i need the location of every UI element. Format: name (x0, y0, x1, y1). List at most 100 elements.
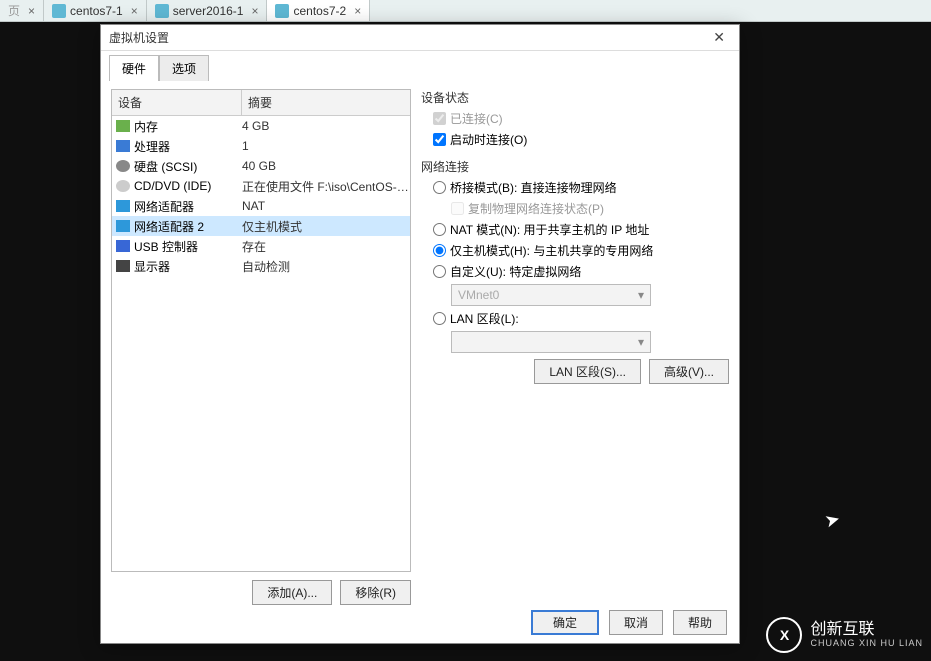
chevron-down-icon: ▾ (638, 288, 644, 302)
col-device: 设备 (112, 90, 242, 115)
label: 启动时连接(O) (450, 131, 527, 148)
vm-icon (52, 4, 66, 18)
app-tab-bar: 页 × centos7-1 × server2016-1 × centos7-2… (0, 0, 931, 22)
device-name: 内存 (134, 118, 158, 135)
dialog-title: 虚拟机设置 (109, 29, 169, 46)
tab-hardware[interactable]: 硬件 (109, 55, 159, 81)
dropdown-value: VMnet0 (458, 288, 499, 302)
label: 仅主机模式(H): 与主机共享的专用网络 (450, 242, 653, 259)
left-pane: 设备 摘要 内存 4 GB 处理器 1 硬盘 (SCSI) 40 GB (111, 89, 411, 605)
group-title: 网络连接 (421, 158, 729, 175)
label: 自定义(U): 特定虚拟网络 (450, 263, 581, 280)
device-row-cpu[interactable]: 处理器 1 (112, 136, 410, 156)
close-icon[interactable]: ✕ (707, 27, 731, 48)
device-list: 内存 4 GB 处理器 1 硬盘 (SCSI) 40 GB CD/DVD (ID… (112, 116, 410, 571)
dropdown-lan: ▾ (451, 331, 651, 353)
radio-custom[interactable]: 自定义(U): 特定虚拟网络 (433, 263, 729, 280)
app-tab-centos7-1[interactable]: centos7-1 × (44, 0, 147, 21)
app-tab-partial[interactable]: 页 × (0, 0, 44, 21)
device-row-hdd[interactable]: 硬盘 (SCSI) 40 GB (112, 156, 410, 176)
group-device-state: 设备状态 已连接(C) 启动时连接(O) (421, 89, 729, 148)
device-row-usb[interactable]: USB 控制器 存在 (112, 236, 410, 256)
memory-icon (116, 120, 130, 132)
close-icon[interactable]: × (28, 4, 35, 18)
device-summary: NAT (242, 199, 410, 213)
device-buttons: 添加(A)... 移除(R) (111, 572, 411, 605)
radio-nat[interactable]: NAT 模式(N): 用于共享主机的 IP 地址 (433, 221, 729, 238)
label: NAT 模式(N): 用于共享主机的 IP 地址 (450, 221, 649, 238)
network-icon (116, 220, 130, 232)
device-row-net2[interactable]: 网络适配器 2 仅主机模式 (112, 216, 410, 236)
chk-connect-at-power[interactable]: 启动时连接(O) (433, 131, 729, 148)
close-icon[interactable]: × (251, 4, 258, 18)
close-icon[interactable]: × (131, 4, 138, 18)
remove-button[interactable]: 移除(R) (340, 580, 411, 605)
tab-label: centos7-1 (70, 4, 123, 18)
device-summary: 正在使用文件 F:\iso\CentOS-7-... (242, 178, 410, 195)
dropdown-vmnet: VMnet0 ▾ (451, 284, 651, 306)
radio-bridged[interactable]: 桥接模式(B): 直接连接物理网络 (433, 179, 729, 196)
device-row-display[interactable]: 显示器 自动检测 (112, 256, 410, 276)
ok-button[interactable]: 确定 (531, 610, 599, 635)
group-network: 网络连接 桥接模式(B): 直接连接物理网络 复制物理网络连接状态(P) NAT… (421, 158, 729, 384)
cancel-button[interactable]: 取消 (609, 610, 663, 635)
usb-icon (116, 240, 130, 252)
tab-options[interactable]: 选项 (159, 55, 209, 81)
chk-replicate: 复制物理网络连接状态(P) (451, 200, 729, 217)
watermark-logo-icon: X (766, 617, 802, 653)
checkbox-connect-at-power[interactable] (433, 133, 446, 146)
network-buttons: LAN 区段(S)... 高级(V)... (421, 353, 729, 384)
radio-hostonly[interactable]: 仅主机模式(H): 与主机共享的专用网络 (433, 242, 729, 259)
help-button[interactable]: 帮助 (673, 610, 727, 635)
radio-input[interactable] (433, 244, 446, 257)
radio-input[interactable] (433, 265, 446, 278)
device-table: 设备 摘要 内存 4 GB 处理器 1 硬盘 (SCSI) 40 GB (111, 89, 411, 572)
dialog-tabs: 硬件 选项 (101, 51, 739, 81)
device-summary: 仅主机模式 (242, 218, 410, 235)
radio-input[interactable] (433, 312, 446, 325)
dialog-content: 设备 摘要 内存 4 GB 处理器 1 硬盘 (SCSI) 40 GB (101, 81, 739, 613)
hdd-icon (116, 160, 130, 172)
device-name: 处理器 (134, 138, 170, 155)
device-summary: 自动检测 (242, 258, 410, 275)
device-name: 网络适配器 2 (134, 218, 204, 235)
device-name: 硬盘 (SCSI) (134, 158, 197, 175)
vm-icon (275, 4, 289, 18)
col-summary: 摘要 (242, 90, 410, 115)
label: 已连接(C) (450, 110, 503, 127)
device-summary: 4 GB (242, 119, 410, 133)
device-row-memory[interactable]: 内存 4 GB (112, 116, 410, 136)
table-header: 设备 摘要 (112, 90, 410, 116)
close-icon[interactable]: × (354, 4, 361, 18)
device-name: USB 控制器 (134, 238, 198, 255)
device-name: 网络适配器 (134, 198, 194, 215)
label: 桥接模式(B): 直接连接物理网络 (450, 179, 617, 196)
app-tab-centos7-2[interactable]: centos7-2 × (267, 0, 370, 21)
cd-icon (116, 180, 130, 192)
add-button[interactable]: 添加(A)... (252, 580, 332, 605)
app-tab-server2016-1[interactable]: server2016-1 × (147, 0, 268, 21)
dialog-bottom-bar: 确定 取消 帮助 (531, 610, 727, 635)
device-row-cd[interactable]: CD/DVD (IDE) 正在使用文件 F:\iso\CentOS-7-... (112, 176, 410, 196)
device-summary: 40 GB (242, 159, 410, 173)
group-title: 设备状态 (421, 89, 729, 106)
checkbox-connected (433, 112, 446, 125)
watermark: X 创新互联 CHUANG XIN HU LIAN (766, 617, 923, 653)
label: 复制物理网络连接状态(P) (468, 200, 604, 217)
label: LAN 区段(L): (450, 310, 519, 327)
cpu-icon (116, 140, 130, 152)
vm-icon (155, 4, 169, 18)
device-row-net1[interactable]: 网络适配器 NAT (112, 196, 410, 216)
chk-connected: 已连接(C) (433, 110, 729, 127)
radio-input[interactable] (433, 223, 446, 236)
display-icon (116, 260, 130, 272)
vm-settings-dialog: 虚拟机设置 ✕ 硬件 选项 设备 摘要 内存 4 GB 处理器 (100, 24, 740, 644)
radio-lan[interactable]: LAN 区段(L): (433, 310, 729, 327)
lan-segments-button[interactable]: LAN 区段(S)... (534, 359, 641, 384)
tab-label: server2016-1 (173, 4, 244, 18)
device-summary: 存在 (242, 238, 410, 255)
advanced-button[interactable]: 高级(V)... (649, 359, 729, 384)
watermark-brand: 创新互联 (810, 621, 923, 639)
checkbox-replicate (451, 202, 464, 215)
radio-input[interactable] (433, 181, 446, 194)
